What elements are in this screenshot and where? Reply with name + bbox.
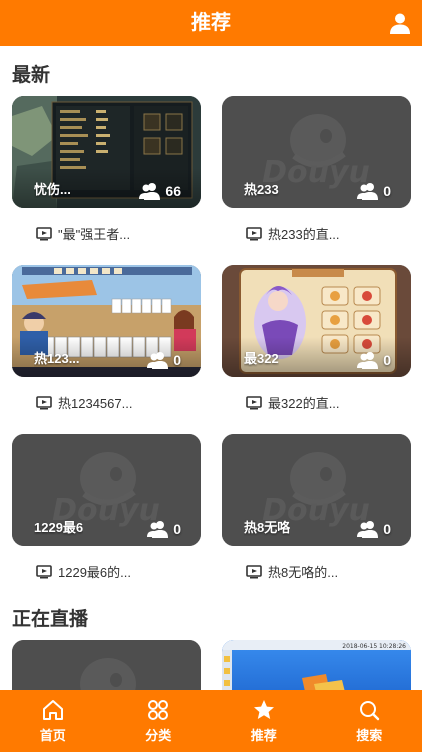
room-card[interactable]: 2018-06-15 10:28:26 bbox=[222, 640, 411, 690]
viewer-count: 0 bbox=[357, 351, 391, 369]
tv-icon bbox=[246, 226, 262, 240]
tab-home-label: 首页 bbox=[39, 728, 66, 743]
room-caption[interactable]: 1229最6的... bbox=[36, 562, 131, 581]
star-icon bbox=[253, 700, 274, 719]
page-title: 推荐 bbox=[191, 12, 231, 34]
viewer-count: 66 bbox=[139, 182, 181, 200]
viewer-count: 0 bbox=[147, 351, 181, 369]
bottom-tab-bar: 首页 分类 推荐 搜索 bbox=[0, 690, 422, 752]
tab-home[interactable]: 首页 bbox=[0, 690, 106, 752]
room-caption[interactable]: 热233的直... bbox=[246, 224, 340, 243]
tv-icon bbox=[36, 395, 52, 409]
viewers-icon bbox=[139, 183, 161, 200]
room-thumbnail[interactable]: 热123... 0 bbox=[12, 265, 201, 377]
section-title-latest: 最新 bbox=[12, 65, 51, 86]
tv-icon bbox=[36, 226, 52, 240]
room-thumbnail[interactable]: 2018-06-15 10:28:26 bbox=[222, 640, 411, 690]
room-card[interactable]: 忧伤... 66 "最"强王者... bbox=[12, 96, 201, 242]
tab-category[interactable]: 分类 bbox=[106, 690, 212, 752]
room-thumbnail[interactable]: 最322 0 bbox=[222, 265, 411, 377]
room-card[interactable]: Douyu 热8无咯 0 热8无咯的... bbox=[222, 434, 411, 580]
room-name: 1229最6 bbox=[34, 520, 84, 535]
tv-icon bbox=[246, 564, 262, 578]
viewer-count-value: 0 bbox=[173, 521, 181, 537]
tv-icon bbox=[246, 395, 262, 409]
tab-search-label: 搜索 bbox=[356, 728, 383, 743]
room-caption-text: 热1234567... bbox=[58, 396, 133, 411]
viewers-icon bbox=[357, 352, 379, 369]
viewer-count-value: 0 bbox=[383, 352, 391, 368]
viewers-icon bbox=[357, 183, 379, 200]
room-caption-text: 热8无咯的... bbox=[268, 565, 339, 580]
viewer-count-value: 0 bbox=[173, 352, 181, 368]
section-title-live: 正在直播 bbox=[12, 609, 89, 630]
room-name: 热123... bbox=[34, 351, 80, 366]
room-name: 热233 bbox=[244, 182, 279, 197]
viewers-icon bbox=[357, 521, 379, 538]
room-caption[interactable]: 热1234567... bbox=[36, 393, 132, 412]
room-caption[interactable]: 热8无咯的... bbox=[246, 562, 338, 581]
room-thumbnail[interactable] bbox=[12, 640, 201, 690]
viewer-count-value: 66 bbox=[165, 183, 181, 199]
tab-recommend[interactable]: 推荐 bbox=[211, 690, 317, 752]
content-area[interactable]: 最新 正在直播 忧伤... 66 "最"强王者... Douyu 热233 0 … bbox=[0, 46, 422, 690]
room-card[interactable]: 最322 0 最322的直... bbox=[222, 265, 411, 411]
viewer-count: 0 bbox=[147, 520, 181, 538]
viewer-count-value: 0 bbox=[383, 183, 391, 199]
viewers-icon bbox=[147, 521, 169, 538]
tv-icon bbox=[36, 564, 52, 578]
room-caption-text: 热233的直... bbox=[268, 227, 340, 242]
room-caption[interactable]: "最"强王者... bbox=[36, 224, 130, 243]
room-name: 热8无咯 bbox=[244, 520, 291, 535]
tab-recommend-label: 推荐 bbox=[250, 728, 277, 743]
room-name: 最322 bbox=[244, 351, 279, 366]
search-icon bbox=[360, 701, 380, 721]
room-caption-text: "最"强王者... bbox=[58, 227, 131, 242]
room-thumbnail[interactable]: Douyu 1229最6 0 bbox=[12, 434, 201, 546]
douyu-placeholder-image bbox=[12, 640, 201, 690]
room-caption[interactable]: 最322的直... bbox=[246, 393, 340, 412]
room-thumbnail[interactable]: Douyu 热8无咯 0 bbox=[222, 434, 411, 546]
viewer-count: 0 bbox=[357, 520, 391, 538]
room-card[interactable] bbox=[12, 640, 201, 690]
room-card[interactable]: 热123... 0 热1234567... bbox=[12, 265, 201, 411]
viewer-count-value: 0 bbox=[383, 521, 391, 537]
tab-category-label: 分类 bbox=[145, 728, 172, 743]
viewer-count: 0 bbox=[357, 182, 391, 200]
room-card[interactable]: Douyu 热233 0 热233的直... bbox=[222, 96, 411, 242]
room-caption-text: 最322的直... bbox=[268, 396, 340, 411]
room-name: 忧伤... bbox=[34, 182, 71, 197]
room-thumbnail[interactable]: 忧伤... 66 bbox=[12, 96, 201, 208]
top-bar: 推荐 bbox=[0, 0, 422, 46]
home-icon bbox=[42, 700, 63, 720]
tab-search[interactable]: 搜索 bbox=[317, 690, 422, 752]
desktop-timestamp: 2018-06-15 10:28:26 bbox=[342, 643, 406, 650]
category-icon bbox=[148, 700, 169, 720]
desktop-thumbnail-image: 2018-06-15 10:28:26 bbox=[222, 640, 411, 690]
room-thumbnail[interactable]: Douyu 热233 0 bbox=[222, 96, 411, 208]
viewers-icon bbox=[147, 352, 169, 369]
room-caption-text: 1229最6的... bbox=[58, 565, 131, 580]
room-card[interactable]: Douyu 1229最6 0 1229最6的... bbox=[12, 434, 201, 580]
user-icon[interactable] bbox=[388, 11, 412, 35]
